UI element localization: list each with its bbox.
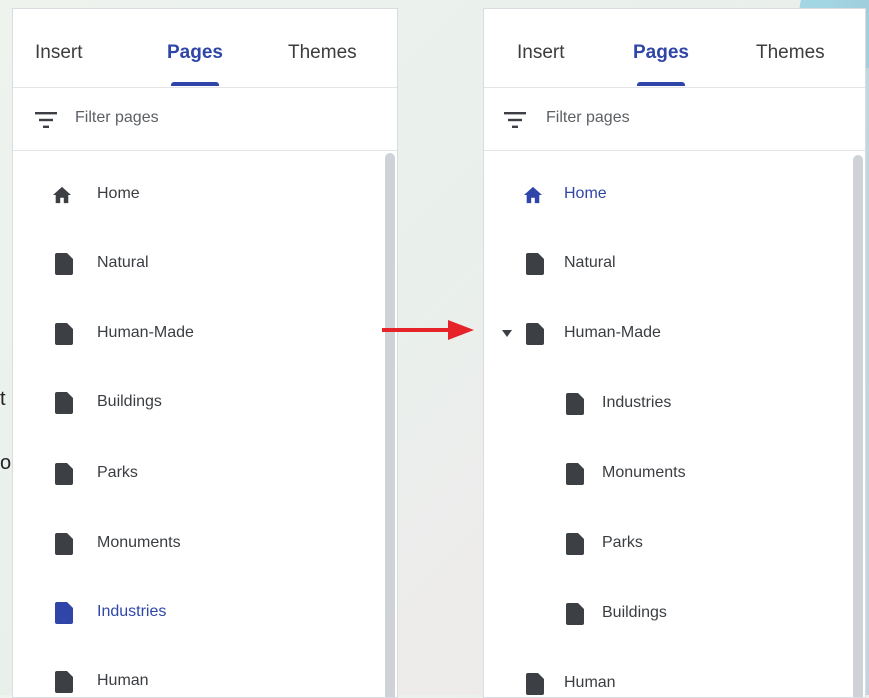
filter-pages-input[interactable]: Filter pages [484,88,865,151]
tab-insert[interactable]: Insert [35,42,83,64]
page-label: Buildings [97,393,162,410]
page-icon [55,253,73,275]
page-item-industries[interactable]: Industries [564,383,834,423]
filter-placeholder: Filter pages [546,109,630,126]
page-label: Buildings [602,604,667,621]
page-icon [55,392,73,414]
filter-icon [35,112,57,128]
page-label: Parks [602,534,643,551]
stray-text-1: t [0,388,6,410]
page-icon [526,253,544,275]
page-label: Home [564,185,607,202]
tab-pages[interactable]: Pages [633,42,689,86]
page-item-natural[interactable]: Natural [524,243,834,283]
arrow-right-icon [382,320,474,340]
tab-themes[interactable]: Themes [756,42,825,64]
page-label: Industries [602,394,672,411]
filter-icon [504,112,526,128]
home-icon [53,186,71,204]
filter-pages-input[interactable]: Filter pages [13,88,397,151]
right-pages-panel: Insert Pages Themes Filter pages Home Na… [483,8,866,698]
page-item-home[interactable]: Home [524,174,834,214]
page-icon [566,533,584,555]
page-item-home[interactable]: Home [53,174,373,214]
page-item-human-made[interactable]: Human-Made [498,313,834,353]
page-item-human-made[interactable]: Human-Made [53,313,373,353]
stray-text-2: o [0,452,12,474]
page-label: Monuments [602,464,686,481]
page-label: Human-Made [564,324,661,341]
page-label: Natural [97,254,149,271]
panel-tabs: Insert Pages Themes [484,9,865,88]
page-icon [55,671,73,693]
page-item-natural[interactable]: Natural [53,243,373,283]
page-icon [55,602,73,624]
page-item-buildings[interactable]: Buildings [53,382,373,422]
page-label: Home [97,185,140,202]
page-item-parks[interactable]: Parks [564,523,834,563]
panel-tabs: Insert Pages Themes [13,9,397,88]
tab-themes[interactable]: Themes [288,42,357,64]
scrollbar[interactable] [853,155,863,697]
page-label: Human [564,674,616,691]
page-icon [55,323,73,345]
page-label: Monuments [97,534,181,551]
page-icon [566,463,584,485]
page-icon [526,323,544,345]
page-item-human[interactable]: Human [53,661,373,697]
page-label: Human [97,672,149,689]
page-label: Human-Made [97,324,194,341]
page-item-human[interactable]: Human [524,663,834,697]
tab-insert[interactable]: Insert [517,42,565,64]
scrollbar[interactable] [385,153,395,697]
page-icon [55,533,73,555]
page-label: Industries [97,603,167,620]
expand-caret-icon[interactable] [502,330,512,337]
filter-placeholder: Filter pages [75,109,159,126]
page-icon [566,393,584,415]
left-pages-panel: Insert Pages Themes Filter pages Home Na… [12,8,398,698]
page-icon [526,673,544,695]
page-label: Natural [564,254,616,271]
page-item-buildings[interactable]: Buildings [564,593,834,633]
page-item-parks[interactable]: Parks [53,453,373,493]
page-icon [566,603,584,625]
page-item-monuments[interactable]: Monuments [564,453,834,493]
page-item-monuments[interactable]: Monuments [53,523,373,563]
page-label: Parks [97,464,138,481]
home-icon [524,186,542,204]
page-item-industries[interactable]: Industries [53,592,373,632]
page-icon [55,463,73,485]
tab-pages[interactable]: Pages [167,42,223,86]
